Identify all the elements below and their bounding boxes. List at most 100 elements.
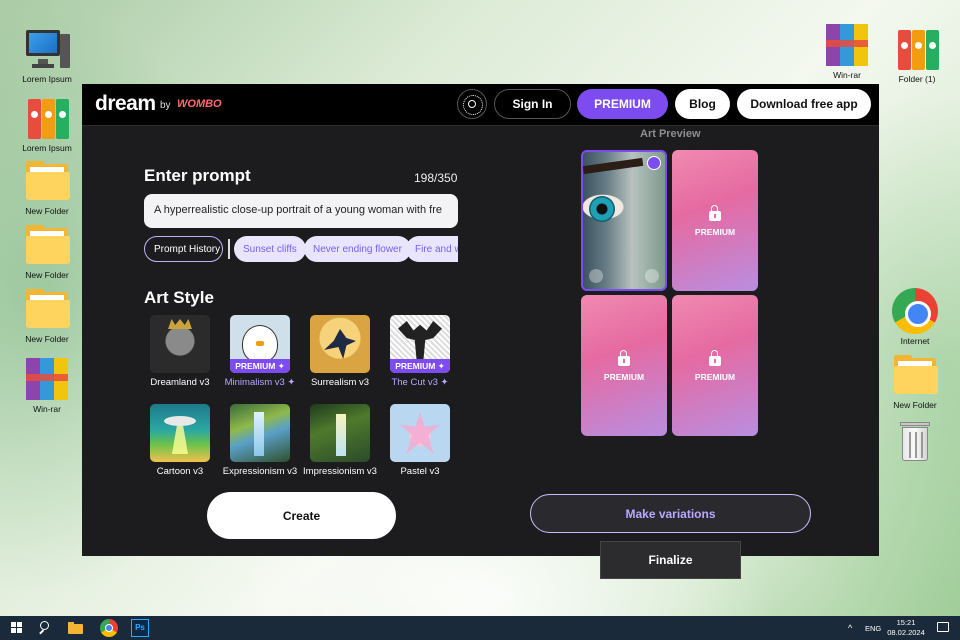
download-app-button[interactable]: Download free app — [737, 89, 871, 119]
style-the-cut[interactable]: PREMIUM ✦ The Cut v3 ✦ — [380, 315, 460, 388]
logo-by-text: by — [160, 100, 171, 111]
desktop-icon-label: New Folder — [25, 206, 69, 216]
style-thumbnail: PREMIUM ✦ — [230, 315, 290, 373]
preview-locked-tile[interactable]: PREMIUM — [581, 295, 667, 436]
suggestion-chip[interactable]: Never ending flower — [304, 236, 411, 262]
dream-app-window: dream by WOMBO Sign In PREMIUM Blog Down… — [82, 84, 879, 579]
style-pastel[interactable]: Pastel v3 — [380, 404, 460, 477]
style-dreamland[interactable]: Dreamland v3 — [140, 315, 220, 388]
desktop-icon-recycle-bin[interactable] — [878, 418, 952, 464]
prompt-history-chip[interactable]: Prompt History — [144, 236, 223, 262]
desktop-icon-binders[interactable]: Folder (1) — [880, 26, 954, 84]
binders-icon — [24, 95, 70, 141]
taskbar: Ps ^ ENG 15:21 08.02.2024 — [0, 616, 960, 640]
desktop-icon-chrome[interactable]: Internet — [878, 288, 952, 346]
theme-toggle-button[interactable] — [457, 89, 487, 119]
photoshop-icon[interactable]: Ps — [131, 619, 149, 637]
chrome-taskbar-icon[interactable] — [100, 619, 118, 637]
chip-divider — [228, 239, 230, 259]
clock-date: 08.02.2024 — [887, 628, 925, 637]
style-name: Minimalism v3 ✦ — [224, 377, 296, 388]
desktop-icon-folder[interactable]: New Folder — [10, 222, 84, 280]
art-preview-heading: Art Preview — [640, 128, 701, 140]
folder-icon — [24, 286, 70, 332]
language-indicator[interactable]: ENG — [865, 624, 881, 633]
chevron-up-icon[interactable]: ^ — [848, 619, 858, 637]
windows-start-icon[interactable] — [8, 619, 26, 637]
preview-locked-tile[interactable]: PREMIUM — [672, 150, 758, 291]
locked-label: PREMIUM — [694, 371, 736, 382]
style-name: Cartoon v3 — [156, 466, 204, 477]
prompt-input[interactable]: A hyperrealistic close-up portrait of a … — [144, 194, 458, 228]
style-thumbnail — [150, 315, 210, 373]
style-minimalism[interactable]: PREMIUM ✦ Minimalism v3 ✦ — [220, 315, 300, 388]
clock-time: 15:21 — [896, 618, 916, 627]
winrar-icon — [824, 22, 870, 68]
lock-icon — [709, 349, 721, 366]
computer-icon — [24, 26, 70, 72]
enter-prompt-heading: Enter prompt — [144, 166, 251, 185]
prompt-char-counter: 198/350 — [414, 171, 458, 185]
style-thumbnail — [390, 404, 450, 462]
desktop-icon-computer[interactable]: Lorem Ipsum — [10, 26, 84, 84]
style-impressionism[interactable]: Impressionism v3 — [300, 404, 380, 477]
binders-icon — [894, 26, 940, 72]
dream-logo[interactable]: dream — [95, 92, 156, 116]
sign-in-button[interactable]: Sign In — [494, 89, 571, 119]
top-nav: dream by WOMBO Sign In PREMIUM Blog Down… — [82, 84, 879, 126]
style-thumbnail — [310, 404, 370, 462]
style-thumbnail — [150, 404, 210, 462]
premium-button[interactable]: PREMIUM — [577, 89, 668, 119]
desktop-icon-label: New Folder — [25, 270, 69, 280]
desktop-icon-binders[interactable]: Lorem Ipsum — [10, 95, 84, 153]
blog-button[interactable]: Blog — [675, 89, 730, 119]
select-radio-icon[interactable] — [647, 156, 661, 170]
desktop-icon-label: Win-rar — [33, 404, 61, 414]
trash-icon — [892, 418, 938, 464]
style-thumbnail: PREMIUM ✦ — [390, 315, 450, 373]
desktop-icon-label: Lorem Ipsum — [22, 74, 72, 84]
locked-label: PREMIUM — [603, 371, 645, 382]
premium-badge: PREMIUM ✦ — [390, 359, 450, 373]
clock[interactable]: 15:21 08.02.2024 — [886, 618, 926, 638]
style-name: Expressionism v3 — [222, 466, 298, 477]
desktop-icon-label: Win-rar — [833, 70, 861, 80]
notification-icon[interactable] — [934, 619, 952, 637]
desktop-icon-folder[interactable]: New Folder — [10, 286, 84, 344]
style-expressionism[interactable]: Expressionism v3 — [220, 404, 300, 477]
desktop-icon-label: Internet — [900, 336, 930, 346]
style-cartoon[interactable]: Cartoon v3 — [140, 404, 220, 477]
style-name: Impressionism v3 — [303, 466, 377, 477]
winrar-icon — [24, 356, 70, 402]
finalize-button[interactable]: Finalize — [600, 541, 741, 579]
desktop-icon-folder[interactable]: New Folder — [878, 352, 952, 410]
search-icon[interactable] — [36, 619, 54, 637]
download-icon[interactable] — [589, 269, 603, 283]
desktop-icon-label: Folder (1) — [898, 74, 936, 84]
preview-locked-tile[interactable]: PREMIUM — [672, 295, 758, 436]
desktop-icon-winrar[interactable]: Win-rar — [10, 356, 84, 414]
style-thumbnail — [310, 315, 370, 373]
folder-icon — [24, 158, 70, 204]
premium-badge: PREMIUM ✦ — [230, 359, 290, 373]
locked-label: PREMIUM — [694, 226, 736, 237]
make-variations-button[interactable]: Make variations — [530, 494, 811, 533]
style-name: The Cut v3 ✦ — [391, 377, 449, 388]
wombo-logo: WOMBO — [177, 98, 222, 110]
suggestion-chip[interactable]: Sunset cliffs — [234, 236, 306, 262]
style-surrealism[interactable]: Surrealism v3 — [300, 315, 380, 388]
desktop-icon-winrar[interactable]: Win-rar — [810, 22, 884, 80]
desktop-icon-label: New Folder — [893, 400, 937, 410]
folder-icon — [24, 222, 70, 268]
preview-image-main[interactable] — [581, 150, 667, 291]
file-explorer-icon[interactable] — [66, 619, 84, 637]
expand-icon[interactable] — [645, 269, 659, 283]
create-button[interactable]: Create — [207, 492, 396, 539]
lock-icon — [709, 204, 721, 221]
folder-icon — [892, 352, 938, 398]
desktop-icon-folder[interactable]: New Folder — [10, 158, 84, 216]
style-name: Surrealism v3 — [310, 377, 370, 388]
lock-icon — [618, 349, 630, 366]
desktop-icon-label: New Folder — [25, 334, 69, 344]
suggestion-chip[interactable]: Fire and wa — [406, 236, 458, 262]
